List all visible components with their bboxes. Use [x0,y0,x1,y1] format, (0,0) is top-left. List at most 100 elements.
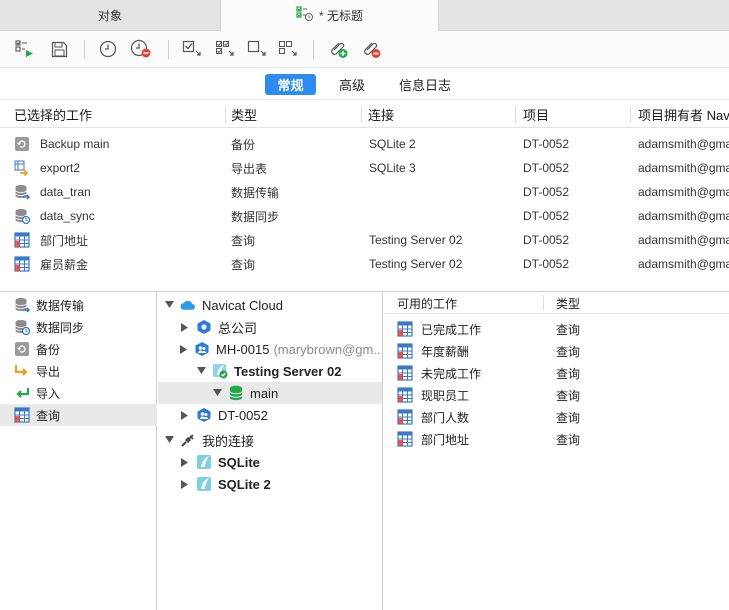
chevron-right-icon[interactable] [180,457,190,467]
tree-label: 总公司 [218,320,258,336]
remove-attachment-button[interactable] [359,38,383,60]
tree-node-sqlite[interactable]: SQLite [158,451,382,473]
delete-schedule-button[interactable] [129,38,153,60]
column-divider[interactable] [630,106,631,123]
add-attachment-button[interactable] [326,38,350,60]
category-label: 导入 [36,386,61,401]
chevron-down-icon[interactable] [164,300,174,310]
job-connection [369,204,509,228]
tab-general[interactable]: 常规 [265,74,316,95]
tree-node-navicat-cloud[interactable]: Navicat Cloud [158,294,382,316]
chevron-down-icon[interactable] [196,366,206,376]
column-header-connection[interactable]: 连接 [368,101,513,128]
tree-node-sqlite2[interactable]: SQLite 2 [158,473,382,495]
data-transfer-icon [14,180,32,204]
tree-node-mh-project[interactable]: MH-0015 (marybrown@gm... [158,338,382,360]
job-connection: SQLite 2 [369,137,416,151]
table-row[interactable]: 部门地址 查询 Testing Server 02 DT-0052 adamsm… [0,228,729,252]
sqlite-connection-icon [212,363,228,379]
project-icon [196,319,212,335]
category-import[interactable]: 导入 [0,382,157,404]
available-job-name: 已完成工作 [421,322,482,337]
column-divider[interactable] [543,295,544,310]
chevron-down-icon[interactable] [212,388,222,398]
job-owner: adamsmith@gma [638,209,729,223]
tree-node-company[interactable]: 总公司 [158,316,382,338]
category-backup[interactable]: 备份 [0,338,157,360]
deselect-all-button[interactable] [213,38,237,60]
available-job-type: 查询 [556,388,581,403]
query-icon [397,384,415,406]
available-jobs: 可用的工作 类型 已完成工作 查询 年度薪酬 查询 未完成工作 查询 现职员工 … [384,292,729,610]
table-row[interactable]: 雇员薪金 查询 Testing Server 02 DT-0052 adamsm… [0,252,729,276]
job-type: 查询 [231,233,256,248]
export-icon [14,363,30,379]
job-name: data_tran [40,185,91,199]
list-item[interactable]: 年度薪酬 查询 [384,340,729,362]
chevron-down-icon[interactable] [164,435,174,445]
tree-node-database-main[interactable]: main [158,382,382,404]
column-header-name[interactable]: 已选择的工作 [14,101,224,128]
unselect-button[interactable] [276,38,300,60]
job-connection: SQLite 3 [369,161,416,175]
list-item[interactable]: 未完成工作 查询 [384,362,729,384]
category-query[interactable]: 查询 [0,404,157,426]
tab-bar: 对象 * 无标题 [0,0,729,31]
tab-advanced[interactable]: 高级 [333,74,371,95]
category-export[interactable]: 导出 [0,360,157,382]
list-item[interactable]: 现职员工 查询 [384,384,729,406]
column-header-type[interactable]: 类型 [231,101,356,128]
chevron-right-icon[interactable] [180,410,190,420]
table-row[interactable]: data_sync 数据同步 DT-0052 adamsmith@gma [0,204,729,228]
column-header-available[interactable]: 可用的工作 [397,292,537,314]
job-owner: adamsmith@gma [638,185,729,199]
chevron-right-icon[interactable] [180,479,190,489]
column-header-type[interactable]: 类型 [556,292,676,314]
tree-node-server[interactable]: Testing Server 02 [158,360,382,382]
available-jobs-header: 可用的工作 类型 [384,292,729,314]
tree-label: SQLite [218,454,260,470]
column-header-owner[interactable]: 项目拥有者 Nav [638,101,729,128]
tree-label: SQLite 2 [218,476,271,492]
select-all-button[interactable] [180,38,204,60]
selected-jobs-header: 已选择的工作 类型 连接 项目 项目拥有者 Nav [0,101,729,128]
column-divider[interactable] [515,106,516,123]
column-divider[interactable] [361,106,362,123]
data-transfer-icon [14,297,30,313]
available-job-type: 查询 [556,322,581,337]
tree-node-dt-project[interactable]: DT-0052 [158,404,382,426]
job-project: DT-0052 [523,161,570,175]
tab-objects[interactable]: 对象 [0,0,220,31]
table-row[interactable]: data_tran 数据传输 DT-0052 adamsmith@gma [0,180,729,204]
available-job-name: 部门人数 [421,410,470,425]
list-item[interactable]: 部门地址 查询 [384,428,729,450]
set-schedule-button[interactable] [96,38,120,60]
column-divider[interactable] [225,106,226,123]
tree-label: main [250,385,279,401]
tree-label: DT-0052 [218,407,268,423]
job-owner: adamsmith@gma [638,257,729,271]
table-row[interactable]: export2 导出表 SQLite 3 DT-0052 adamsmith@g… [0,156,729,180]
chevron-right-icon[interactable] [180,322,190,332]
category-data-sync[interactable]: 数据同步 [0,316,157,338]
category-data-transfer[interactable]: 数据传输 [0,294,157,316]
tab-untitled[interactable]: * 无标题 [220,0,439,31]
tree-node-my-connections[interactable]: 我的连接 [158,429,382,451]
list-item[interactable]: 部门人数 查询 [384,406,729,428]
category-label: 导出 [36,364,61,379]
column-header-project[interactable]: 项目 [523,101,628,128]
select-button[interactable] [245,38,269,60]
job-connection [369,180,509,204]
run-batch-icon [15,40,33,57]
connection-tree: Navicat Cloud 总公司 MH-0015 (marybrown@gm.… [158,292,383,610]
table-row[interactable]: Backup main 备份 SQLite 2 DT-0052 adamsmit… [0,132,729,156]
save-button[interactable] [47,38,71,60]
data-sync-icon [14,319,30,335]
set-schedule-icon [99,40,117,58]
tab-log[interactable]: 信息日志 [394,74,456,95]
run-batch-button[interactable] [13,38,37,60]
available-job-type: 查询 [556,366,581,381]
chevron-right-icon[interactable] [180,344,188,354]
list-item[interactable]: 已完成工作 查询 [384,318,729,340]
query-icon [14,407,30,423]
